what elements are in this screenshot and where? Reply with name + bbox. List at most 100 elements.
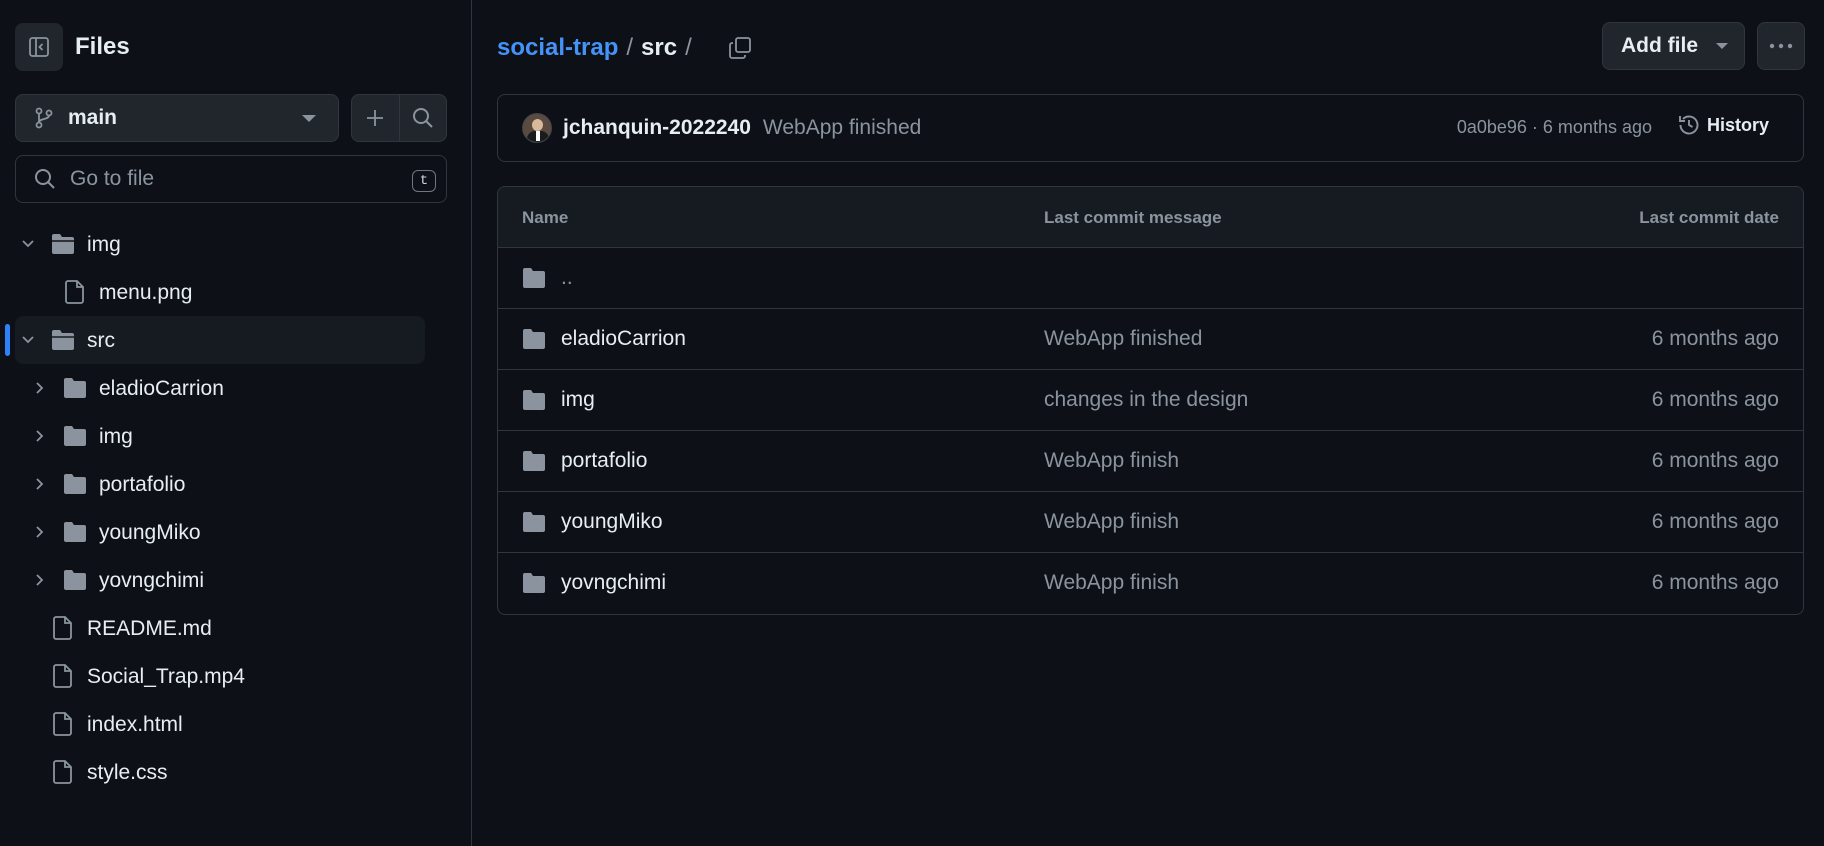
caret-down-icon <box>302 115 316 123</box>
folder-icon <box>522 450 546 472</box>
search-icon <box>34 168 56 190</box>
chevron-down-icon[interactable] <box>20 332 36 348</box>
copy-icon <box>728 36 752 60</box>
folder-icon <box>63 473 87 495</box>
folder-icon <box>522 267 546 289</box>
more-options-button[interactable] <box>1757 22 1805 70</box>
row-name-link[interactable]: .. <box>561 266 573 290</box>
tree-item-label: README.md <box>87 617 212 640</box>
table-row[interactable]: youngMiko WebApp finish 6 months ago <box>498 492 1803 553</box>
kebab-horizontal-icon <box>1769 43 1793 49</box>
folder-open-icon <box>51 329 75 351</box>
folder-open-icon <box>51 233 75 255</box>
tree-item-label: img <box>87 233 121 256</box>
file-tree-sidebar: Files main t <box>0 0 472 846</box>
go-to-file-input[interactable] <box>70 167 390 191</box>
chevron-down-icon[interactable] <box>20 236 36 252</box>
tree-item-file[interactable]: Social_Trap.mp4 <box>0 652 472 700</box>
avatar[interactable] <box>522 113 552 143</box>
row-name-link[interactable]: eladioCarrion <box>561 327 686 351</box>
go-to-file-field[interactable]: t <box>15 155 447 203</box>
row-commit-message-link[interactable]: WebApp finish <box>1044 510 1179 534</box>
breadcrumb-separator: / <box>626 34 634 61</box>
sidebar-collapse-icon <box>28 36 50 58</box>
tree-item-folder[interactable]: eladioCarrion <box>0 364 472 412</box>
tree-item-folder[interactable]: img <box>0 220 472 268</box>
search-icon <box>412 107 434 129</box>
tree-item-label: src <box>87 329 115 352</box>
chevron-right-icon[interactable] <box>32 524 48 540</box>
chevron-right-icon[interactable] <box>32 572 48 588</box>
table-row[interactable]: img changes in the design 6 months ago <box>498 370 1803 431</box>
main-content: social-trap / src / Add file jchanquin-2… <box>497 0 1805 846</box>
column-header-date: Last commit date <box>1639 208 1779 227</box>
column-header-message: Last commit message <box>1044 208 1222 227</box>
file-icon <box>53 760 73 784</box>
folder-icon <box>63 377 87 399</box>
file-tree: img menu.png src eladioCarrion img porta… <box>0 220 472 796</box>
row-name-link[interactable]: youngMiko <box>561 510 663 534</box>
sidebar-action-group <box>351 94 447 142</box>
add-file-button[interactable] <box>352 95 399 141</box>
file-icon <box>53 712 73 736</box>
tree-item-label: index.html <box>87 713 183 736</box>
tree-item-folder[interactable]: yovngchimi <box>0 556 472 604</box>
tree-item-file[interactable]: menu.png <box>0 268 472 316</box>
table-row-parent-directory[interactable]: .. <box>498 248 1803 309</box>
tree-item-label: yovngchimi <box>99 569 205 592</box>
breadcrumb: social-trap / src / <box>497 30 752 66</box>
history-icon <box>1677 113 1701 137</box>
branch-selector-button[interactable]: main <box>15 94 339 142</box>
search-files-button[interactable] <box>398 95 447 141</box>
add-file-dropdown-button[interactable]: Add file <box>1602 22 1745 70</box>
plus-icon <box>365 108 385 128</box>
breadcrumb-repo-link[interactable]: social-trap <box>497 34 618 62</box>
tree-item-folder-active[interactable]: src <box>5 316 425 364</box>
row-name-link[interactable]: portafolio <box>561 449 647 473</box>
row-commit-message-link[interactable]: WebApp finish <box>1044 571 1179 595</box>
row-commit-message-link[interactable]: WebApp finish <box>1044 449 1179 473</box>
row-commit-date: 6 months ago <box>1651 388 1779 411</box>
tree-item-label: style.css <box>87 761 168 784</box>
row-name-link[interactable]: yovngchimi <box>561 571 666 595</box>
table-row[interactable]: portafolio WebApp finish 6 months ago <box>498 431 1803 492</box>
breadcrumb-separator: / <box>685 34 692 61</box>
row-commit-date: 6 months ago <box>1651 510 1779 533</box>
table-row[interactable]: eladioCarrion WebApp finished 6 months a… <box>498 309 1803 370</box>
tree-item-folder[interactable]: img <box>0 412 472 460</box>
folder-icon <box>522 328 546 350</box>
row-commit-date: 6 months ago <box>1651 327 1779 350</box>
sidebar-header: Files <box>15 23 130 71</box>
commit-author-link[interactable]: jchanquin-2022240 <box>563 116 751 140</box>
table-row[interactable]: yovngchimi WebApp finish 6 months ago <box>498 553 1803 614</box>
file-icon <box>53 664 73 688</box>
latest-commit-bar: jchanquin-2022240 WebApp finished 0a0be9… <box>497 94 1804 162</box>
folder-icon <box>63 569 87 591</box>
tree-item-label: menu.png <box>99 281 193 304</box>
tree-item-file[interactable]: style.css <box>0 748 472 796</box>
chevron-right-icon[interactable] <box>32 380 48 396</box>
row-commit-date: 6 months ago <box>1651 571 1779 594</box>
folder-icon <box>63 521 87 543</box>
folder-icon <box>522 511 546 533</box>
history-button[interactable]: History <box>1677 113 1769 137</box>
breadcrumb-current: src <box>641 34 678 61</box>
tree-item-file[interactable]: index.html <box>0 700 472 748</box>
tree-item-folder[interactable]: youngMiko <box>0 508 472 556</box>
copy-path-button[interactable] <box>728 36 752 60</box>
row-name-link[interactable]: img <box>561 388 595 412</box>
directory-listing-table: Name Last commit message Last commit dat… <box>497 186 1804 615</box>
chevron-right-icon[interactable] <box>32 428 48 444</box>
commit-hash-and-time[interactable]: 0a0be96 · 6 months ago <box>1457 117 1652 138</box>
tree-item-file[interactable]: README.md <box>0 604 472 652</box>
commit-message-link[interactable]: WebApp finished <box>763 116 921 140</box>
row-commit-message-link[interactable]: changes in the design <box>1044 388 1248 412</box>
tree-item-folder[interactable]: portafolio <box>0 460 472 508</box>
tree-item-label: eladioCarrion <box>99 377 224 400</box>
branch-name: main <box>68 106 118 129</box>
collapse-sidebar-button[interactable] <box>15 23 63 71</box>
folder-icon <box>522 389 546 411</box>
chevron-right-icon[interactable] <box>32 476 48 492</box>
row-commit-message-link[interactable]: WebApp finished <box>1044 327 1202 351</box>
tree-item-label: img <box>99 425 133 448</box>
